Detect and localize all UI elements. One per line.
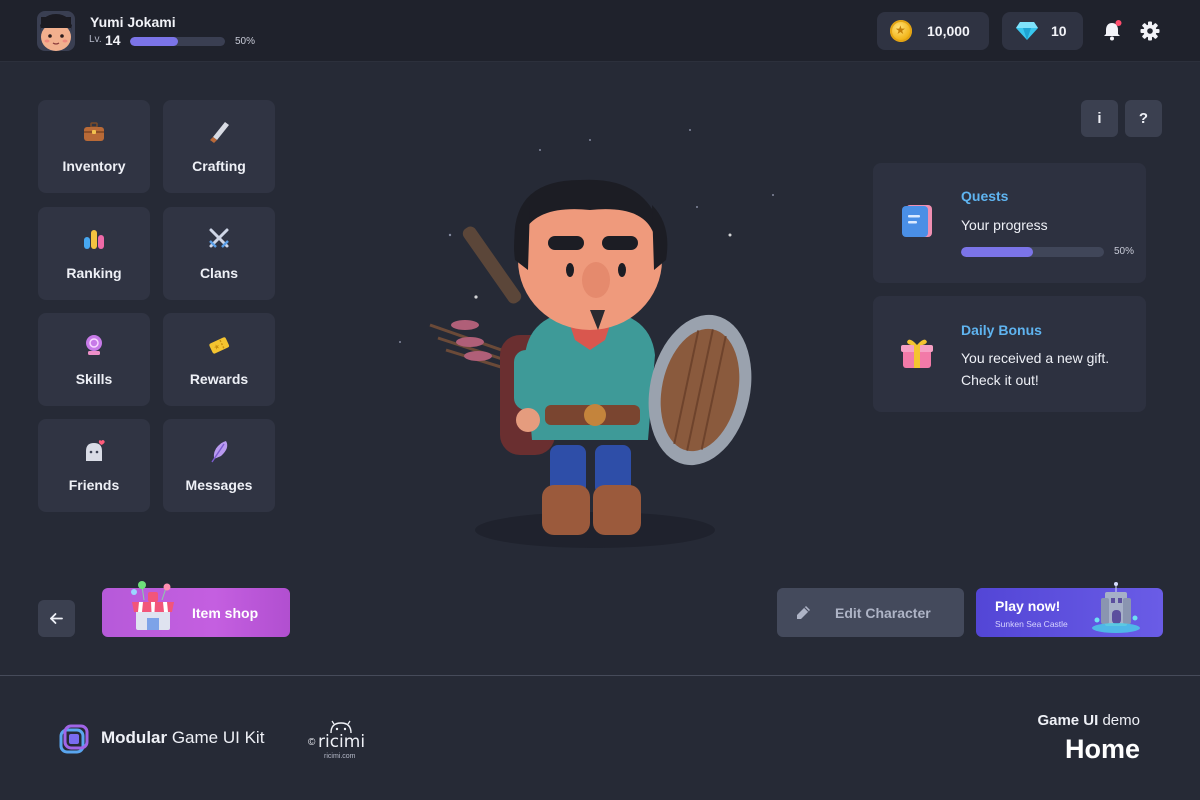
edit-character-button[interactable]: Edit Character bbox=[777, 588, 964, 637]
crossed-swords-icon bbox=[209, 228, 229, 248]
menu-label-inventory: Inventory bbox=[62, 158, 126, 174]
play-now-button[interactable]: Play now! Sunken Sea Castle bbox=[976, 582, 1163, 637]
brand-name: Modular Game UI Kit bbox=[101, 728, 264, 748]
demo-label: Game UI demo bbox=[1037, 712, 1140, 729]
menu-label-skills: Skills bbox=[75, 371, 113, 387]
gem-icon bbox=[1016, 22, 1038, 40]
gem-counter[interactable]: 10 bbox=[1002, 12, 1083, 50]
arrow-left-icon bbox=[50, 613, 63, 624]
ghost-heart-icon bbox=[86, 440, 105, 461]
top-bar: Yumi Jokami Lv. 14 50% 10,000 10 bbox=[0, 0, 1200, 62]
coin-counter[interactable]: 10,000 bbox=[877, 12, 989, 50]
menu-label-friends: Friends bbox=[68, 477, 120, 493]
shop-stall-icon bbox=[131, 581, 174, 630]
menu-label-messages: Messages bbox=[185, 477, 253, 493]
demo-label-bold: Game UI bbox=[1037, 712, 1099, 729]
character-model[interactable] bbox=[390, 110, 810, 560]
menu-label-rewards: Rewards bbox=[189, 371, 249, 387]
gem-amount: 10 bbox=[1051, 23, 1067, 39]
ricimi-url: ricimi.com bbox=[324, 753, 356, 760]
xp-percent: 50% bbox=[235, 36, 256, 47]
quest-progress-bar bbox=[961, 247, 1104, 257]
daily-bonus-line2: Check it out! bbox=[961, 372, 1039, 388]
menu-label-clans: Clans bbox=[199, 265, 239, 281]
saw-icon bbox=[210, 122, 229, 143]
quest-progress-fill bbox=[961, 247, 1033, 257]
play-level-name: Sunken Sea Castle bbox=[995, 619, 1068, 629]
menu-tile-crafting[interactable]: Crafting bbox=[163, 100, 275, 193]
level-value: 14 bbox=[105, 32, 121, 48]
menu-label-ranking: Ranking bbox=[66, 265, 122, 281]
item-shop-label: Item shop bbox=[192, 605, 259, 621]
brand-name-bold: Modular bbox=[101, 728, 168, 747]
daily-bonus-title: Daily Bonus bbox=[961, 322, 1042, 338]
daily-bonus-card[interactable]: Daily Bonus You received a new gift. Che… bbox=[873, 296, 1146, 412]
settings-gear-icon[interactable] bbox=[1139, 20, 1161, 42]
menu-tile-clans[interactable]: Clans bbox=[163, 207, 275, 300]
pencil-icon bbox=[797, 606, 810, 619]
quest-progress-percent: 50% bbox=[1114, 246, 1135, 257]
menu-tile-friends[interactable]: Friends bbox=[38, 419, 150, 512]
menu-tile-messages[interactable]: Messages bbox=[163, 419, 275, 512]
bell-icon[interactable] bbox=[1101, 20, 1123, 42]
xp-progress-bar bbox=[130, 37, 225, 46]
footer: Modular Game UI Kit © ricimi ricimi.com … bbox=[0, 675, 1200, 800]
quests-card[interactable]: Quests Your progress 50% bbox=[873, 163, 1146, 283]
player-name: Yumi Jokami bbox=[90, 14, 176, 30]
brand-name-rest: Game UI Kit bbox=[167, 728, 265, 747]
menu-tile-rewards[interactable]: ★ Rewards bbox=[163, 313, 275, 406]
xp-progress-fill bbox=[130, 37, 178, 46]
castle-icon bbox=[1092, 582, 1140, 633]
modular-logo-icon bbox=[59, 724, 89, 754]
item-shop-button[interactable]: Item shop bbox=[102, 581, 290, 637]
quests-title: Quests bbox=[961, 188, 1009, 204]
coin-amount: 10,000 bbox=[927, 23, 970, 39]
crystal-ball-icon bbox=[86, 335, 102, 355]
menu-tile-ranking[interactable]: Ranking bbox=[38, 207, 150, 300]
page-title: Home bbox=[1064, 734, 1140, 764]
briefcase-icon bbox=[84, 122, 104, 141]
menu-tile-skills[interactable]: Skills bbox=[38, 313, 150, 406]
daily-bonus-line1: You received a new gift. bbox=[961, 350, 1110, 366]
info-button[interactable]: i bbox=[1081, 100, 1118, 137]
feather-icon bbox=[211, 441, 228, 463]
player-avatar[interactable] bbox=[37, 11, 75, 51]
ticket-icon: ★ bbox=[209, 337, 230, 354]
menu-label-crafting: Crafting bbox=[192, 158, 246, 174]
edit-character-label: Edit Character bbox=[835, 605, 931, 621]
quests-subtitle: Your progress bbox=[961, 217, 1048, 233]
copyright-symbol-icon: © bbox=[308, 737, 316, 748]
back-button[interactable] bbox=[38, 600, 75, 637]
ricimi-name: ricimi bbox=[318, 732, 366, 752]
demo-label-rest: demo bbox=[1098, 712, 1140, 729]
gift-box-icon bbox=[901, 339, 933, 368]
menu-tile-inventory[interactable]: Inventory bbox=[38, 100, 150, 193]
ricimi-logo[interactable]: © ricimi ricimi.com bbox=[308, 720, 370, 762]
help-button[interactable]: ? bbox=[1125, 100, 1162, 137]
quest-book-icon bbox=[902, 205, 932, 237]
play-now-label: Play now! bbox=[995, 598, 1061, 614]
ranking-bars-icon bbox=[84, 230, 104, 249]
level-label: Lv. bbox=[89, 34, 102, 45]
coin-icon bbox=[890, 20, 912, 42]
